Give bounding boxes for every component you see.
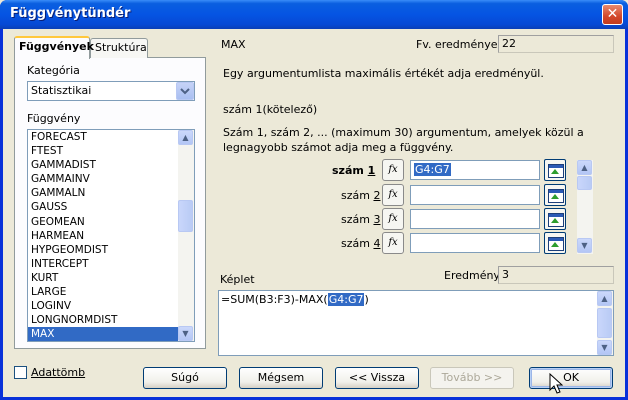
function-name: MAX — [221, 38, 246, 51]
formula-text: =SUM(B3:F3)-MAX( — [221, 293, 328, 306]
fx-button-arg-1[interactable]: fx — [382, 159, 404, 181]
formula-result-field: 3 — [498, 266, 614, 284]
fx-icon: fx — [388, 213, 398, 224]
arg-4-label: szám 4 — [341, 237, 381, 250]
function-list-label: Függvény — [27, 112, 81, 125]
help-button[interactable]: Súgó — [143, 367, 227, 389]
arg-3-label: szám 3 — [341, 213, 381, 226]
fx-button-arg-3[interactable]: fx — [382, 208, 404, 230]
array-checkbox[interactable] — [14, 366, 27, 379]
list-item[interactable]: LOGINV — [28, 299, 194, 313]
category-dropdown-button[interactable] — [176, 82, 194, 100]
list-item[interactable]: LONGNORMDIST — [28, 313, 194, 327]
close-button[interactable]: ✕ — [602, 4, 623, 25]
arg-3-input[interactable] — [410, 209, 540, 229]
arg-1-label: szám 1 — [332, 164, 376, 177]
formula-label: Képlet — [220, 273, 255, 286]
arg-2-label: szám 2 — [341, 189, 381, 202]
fx-button-arg-2[interactable]: fx — [382, 184, 404, 206]
window-title: Függvénytündér — [10, 6, 131, 21]
list-item[interactable]: GEOMEAN — [28, 215, 194, 229]
list-item[interactable]: KURT — [28, 271, 194, 285]
formula-result-label: Eredmény — [444, 269, 500, 282]
scroll-up-button[interactable]: ▲ — [178, 130, 193, 145]
tab-functions[interactable]: Függvények — [14, 36, 94, 59]
fx-icon: fx — [388, 164, 398, 175]
fx-button-arg-4[interactable]: fx — [382, 232, 404, 254]
formula-suffix: ) — [364, 293, 369, 306]
arg-1-value: G4:G7 — [414, 163, 451, 176]
shrink-button-arg-4[interactable] — [544, 232, 566, 254]
formula-result-value: 3 — [502, 268, 509, 281]
category-label: Kategória — [27, 64, 80, 77]
list-item[interactable]: LARGE — [28, 285, 194, 299]
list-item[interactable]: GAMMAINV — [28, 172, 194, 186]
shrink-button-arg-3[interactable] — [544, 208, 566, 230]
shrink-button-arg-1[interactable] — [544, 159, 566, 181]
scroll-down-button[interactable]: ▼ — [178, 326, 193, 341]
function-description: Egy argumentumlista maximális értékét ad… — [223, 67, 544, 80]
list-item[interactable]: GAMMADIST — [28, 158, 194, 172]
formula-selected-text: G4:G7 — [327, 293, 365, 306]
mouse-cursor-icon — [549, 373, 563, 394]
argument-description: Szám 1, szám 2, ... (maximum 30) argumen… — [223, 126, 584, 154]
chevron-down-icon — [180, 88, 190, 95]
category-select[interactable]: Statisztikai — [27, 81, 195, 101]
fx-icon: fx — [388, 237, 398, 248]
list-item[interactable]: INTERCEPT — [28, 257, 194, 271]
arguments-scroll-down-button[interactable]: ▼ — [577, 238, 592, 253]
arguments-scroll-up-button[interactable]: ▲ — [577, 160, 592, 175]
arg-4-input[interactable] — [410, 233, 540, 253]
list-item[interactable]: GAUSS — [28, 200, 194, 214]
function-result-value: 22 — [502, 37, 516, 50]
back-button[interactable]: << Vissza — [335, 367, 419, 389]
cancel-button[interactable]: Mégsem — [239, 367, 323, 389]
function-list-scrollbar[interactable] — [178, 130, 194, 341]
tab-structure-label: Struktúra — [95, 41, 147, 54]
function-result-label: Fv. eredménye: — [416, 38, 502, 51]
arguments-scroll-thumb[interactable] — [577, 176, 592, 190]
category-value: Statisztikai — [31, 84, 92, 97]
array-checkbox-label: Adattömb — [31, 366, 86, 379]
scroll-thumb[interactable] — [178, 200, 193, 232]
function-result-field: 22 — [498, 35, 614, 53]
arg-2-input[interactable] — [410, 185, 540, 205]
next-button[interactable]: Tovább >> — [430, 367, 514, 389]
ok-button[interactable]: OK — [529, 367, 613, 389]
function-list[interactable]: FORECAST FTEST GAMMADIST GAMMAINV GAMMAL… — [27, 129, 195, 342]
argument-title: szám 1(kötelező) — [223, 103, 318, 116]
tab-structure[interactable]: Struktúra — [90, 38, 148, 58]
list-item[interactable]: GAMMALN — [28, 186, 194, 200]
arg-1-input[interactable]: G4:G7 — [410, 160, 540, 180]
formula-scroll-down-button[interactable]: ▼ — [597, 340, 612, 355]
formula-scroll-up-button[interactable]: ▲ — [597, 291, 612, 306]
list-item-selected[interactable]: MAX — [28, 327, 194, 341]
shrink-button-arg-2[interactable] — [544, 184, 566, 206]
fx-icon: fx — [388, 189, 398, 200]
formula-editor[interactable]: =SUM(B3:F3)-MAX(G4:G7) — [218, 290, 614, 356]
list-item[interactable]: HARMEAN — [28, 229, 194, 243]
list-item[interactable]: FTEST — [28, 144, 194, 158]
list-item[interactable]: FORECAST — [28, 130, 194, 144]
formula-scroll-thumb[interactable] — [597, 308, 612, 338]
list-item[interactable]: HYPGEOMDIST — [28, 243, 194, 257]
tab-functions-label: Függvények — [19, 40, 94, 53]
